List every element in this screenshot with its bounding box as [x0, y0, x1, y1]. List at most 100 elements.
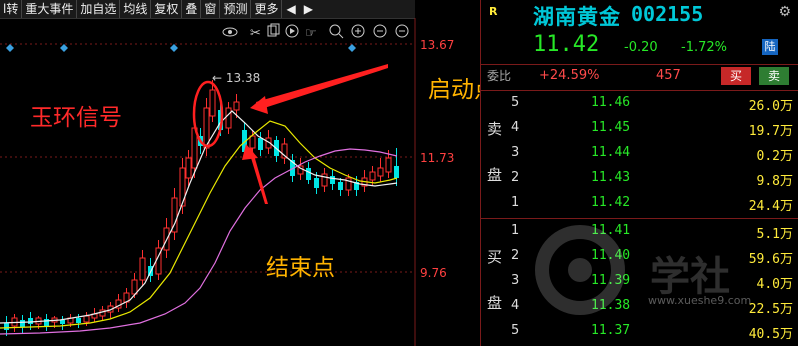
r-badge: R — [489, 5, 498, 18]
event-marker[interactable] — [60, 44, 68, 52]
candle-body — [385, 157, 392, 173]
candle-body — [321, 173, 328, 187]
start-point-arrow — [250, 64, 388, 114]
buy-volume: 59.6万 — [748, 252, 793, 267]
buy-volume: 22.5万 — [748, 302, 793, 317]
buy-volume: 5.1万 — [756, 227, 793, 242]
chart-icon-row: ✂ ☞ — [222, 23, 409, 41]
candle-body — [139, 257, 146, 281]
end-point-arrow — [242, 144, 268, 204]
zoom-icon[interactable] — [329, 24, 344, 39]
sell-level: 4 — [511, 120, 520, 135]
zoom-out-icon[interactable] — [373, 24, 387, 38]
sell-volume: 9.8万 — [756, 174, 793, 189]
svg-text:✂: ✂ — [250, 26, 261, 41]
candle-body — [44, 319, 49, 326]
sell-price[interactable]: 11.43 — [591, 170, 630, 185]
ma-yellow-line — [0, 120, 398, 329]
buy-button[interactable]: 买 — [721, 67, 751, 85]
y-label-high: 13.67 — [420, 38, 454, 52]
chart-toolbar: l转 重大事件 加自选 均线 复权 叠 窗 预测 更多 ◀ ▶ — [0, 0, 415, 19]
watermark-logo-icon — [535, 225, 625, 315]
stock-code: 002155 — [631, 2, 704, 26]
copy-icon[interactable] — [267, 23, 280, 37]
kline-chart[interactable]: 13.67 11.73 9.76 ✂ ☞ ← 13.38 — [0, 18, 480, 346]
ma-magenta-line — [0, 148, 398, 335]
sell-row: 5 11.46 26.0万 — [481, 91, 798, 116]
buy-level: 1 — [511, 223, 520, 238]
toolbar-item-add-watchlist[interactable]: 加自选 — [77, 0, 121, 18]
candle-body — [306, 168, 311, 180]
scissors-icon[interactable]: ✂ — [250, 26, 261, 41]
zoom-in-icon[interactable] — [351, 24, 365, 38]
candle-body — [249, 135, 256, 149]
candle-body — [83, 315, 90, 323]
buy-side-char: 盘 — [487, 294, 503, 312]
candle-body — [233, 101, 240, 111]
y-label-mid: 11.73 — [420, 151, 454, 165]
sell-price[interactable]: 11.44 — [591, 145, 630, 160]
sell-price[interactable]: 11.42 — [591, 195, 630, 210]
candle-body — [28, 318, 33, 324]
candle-body — [314, 178, 319, 188]
candle-body — [394, 166, 399, 178]
toolbar-item-major-events[interactable]: 重大事件 — [22, 0, 78, 18]
candle-body — [345, 177, 352, 191]
eye-icon[interactable] — [222, 27, 238, 37]
toolbar-item-overlay[interactable]: 叠 — [182, 0, 202, 18]
sell-row: 盘 2 11.43 9.8万 — [481, 166, 798, 191]
candle-body — [60, 320, 65, 324]
sell-volume: 0.2万 — [756, 149, 793, 164]
sell-row: 3 11.44 0.2万 — [481, 141, 798, 166]
toolbar-left-arrow-icon[interactable]: ◀ — [282, 0, 299, 18]
sell-level: 1 — [511, 195, 520, 210]
sell-level: 2 — [511, 170, 520, 185]
toolbar-item-more[interactable]: 更多 — [251, 0, 283, 18]
buy-volume: 4.0万 — [756, 277, 793, 292]
settings-icon[interactable]: ⚙ — [778, 4, 791, 20]
watermark-url: www.xueshe9.com — [648, 294, 752, 307]
sell-row: 卖 4 11.45 19.7万 — [481, 116, 798, 141]
buy-price[interactable]: 11.37 — [591, 323, 630, 338]
event-marker[interactable] — [170, 44, 178, 52]
candle-body — [225, 107, 232, 129]
toolbar-item-window[interactable]: 窗 — [201, 0, 221, 18]
stock-header: R 湖南黄金 002155 ⚙ — [481, 0, 798, 29]
reset-icon[interactable] — [395, 24, 409, 38]
price-change: -0.20 — [624, 40, 658, 55]
hand-icon[interactable]: ☞ — [305, 26, 317, 41]
sell-volume: 26.0万 — [748, 99, 793, 114]
sell-price[interactable]: 11.45 — [591, 120, 630, 135]
sell-orders: 5 11.46 26.0万 卖 4 11.45 19.7万 3 11.44 0.… — [481, 90, 798, 216]
jade-signal-label: 玉环信号 — [30, 105, 122, 131]
buy-row: 5 11.37 40.5万 — [481, 319, 798, 344]
toolbar-item-forecast[interactable]: 预测 — [220, 0, 252, 18]
buy-level: 5 — [511, 323, 520, 338]
svg-text:☞: ☞ — [305, 26, 317, 41]
stock-name: 湖南黄金 — [533, 5, 621, 29]
sell-level: 5 — [511, 95, 520, 110]
play-icon[interactable] — [285, 24, 299, 38]
toolbar-item-adjust[interactable]: 复权 — [151, 0, 183, 18]
high-price-marker: ← 13.38 — [212, 71, 260, 85]
toolbar-right-arrow-icon[interactable]: ▶ — [300, 0, 317, 18]
event-marker[interactable] — [6, 44, 14, 52]
buy-level: 2 — [511, 248, 520, 263]
sell-side-char: 卖 — [487, 120, 503, 138]
y-label-low: 9.76 — [420, 266, 447, 280]
toolbar-item-0[interactable]: l转 — [0, 0, 23, 18]
sell-button[interactable]: 卖 — [759, 67, 789, 85]
toolbar-item-moving-average[interactable]: 均线 — [120, 0, 152, 18]
sell-volume: 24.4万 — [748, 199, 793, 214]
order-ratio-row: 委比 +24.59% 457 买 卖 — [481, 64, 798, 89]
candle-body — [131, 279, 138, 295]
event-marker[interactable] — [348, 44, 356, 52]
candle-body — [330, 176, 335, 184]
sell-side-char: 盘 — [487, 166, 503, 184]
sell-price[interactable]: 11.46 — [591, 95, 630, 110]
sell-volume: 19.7万 — [748, 124, 793, 139]
sell-row: 1 11.42 24.4万 — [481, 191, 798, 216]
candle-body — [369, 171, 376, 181]
candle-body — [185, 157, 192, 179]
buy-level: 3 — [511, 273, 520, 288]
